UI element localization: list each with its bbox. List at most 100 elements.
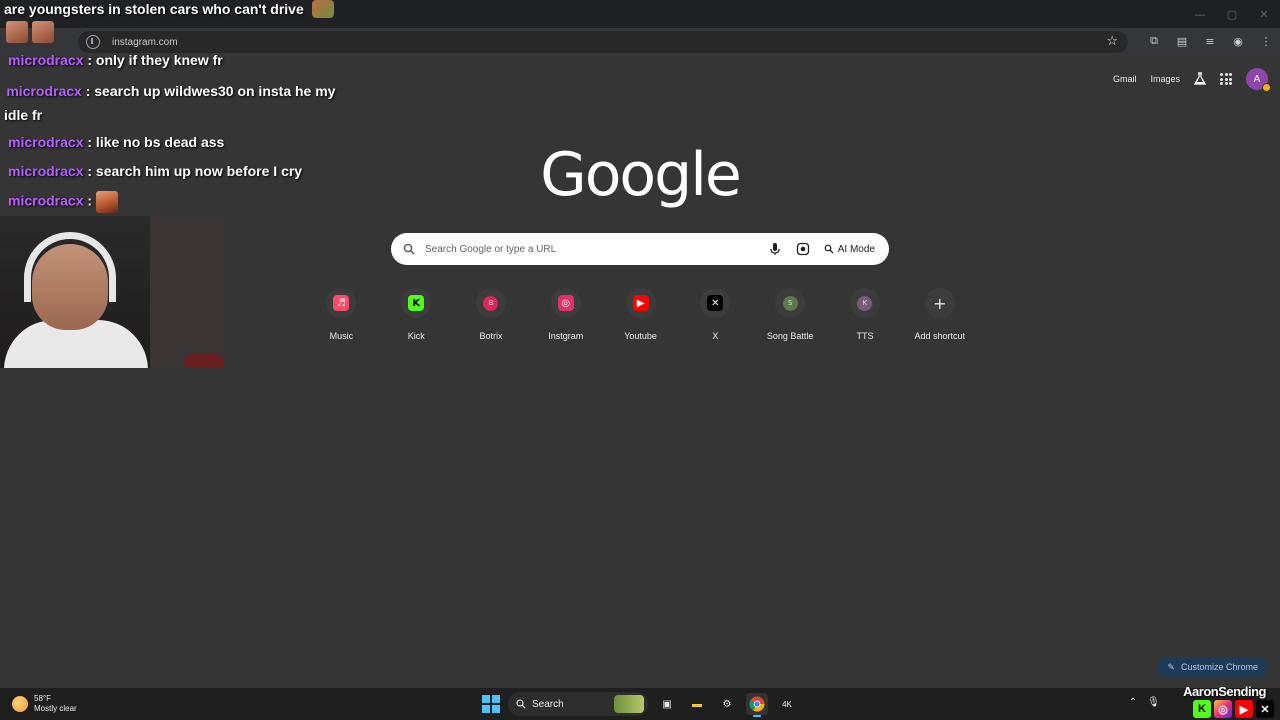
ai-mode-icon [824, 244, 834, 254]
chat-username: microdracx [8, 163, 84, 179]
maximize-button[interactable]: ▢ [1216, 0, 1248, 28]
headphones-icon [24, 232, 116, 302]
minimize-button[interactable]: — [1184, 0, 1216, 28]
shortcut-add-shortcut[interactable]: + Add shortcut [902, 288, 977, 341]
settings-icon[interactable]: ⚙ [716, 693, 738, 715]
instagram-icon: ◎ [557, 295, 574, 311]
weather-temperature: 58°F [34, 694, 51, 703]
media-icon[interactable]: ▤ [1174, 33, 1190, 49]
shortcut-icon-container: ▶ [625, 288, 656, 318]
search-input[interactable]: Search Google or type a URL [425, 244, 768, 255]
menu-icon[interactable]: ⋮ [1258, 33, 1274, 49]
gmail-link[interactable]: Gmail [1113, 74, 1137, 84]
shortcut-tts[interactable]: K TTS [828, 288, 903, 341]
search-box[interactable]: Search Google or type a URL AI Mode [391, 233, 889, 265]
shortcut-icon-container: S [775, 288, 806, 318]
chat-username: microdracx [6, 83, 82, 99]
shortcut-instgram[interactable]: ◎ Instgram [528, 288, 603, 341]
shortcut-botrix[interactable]: B Botrix [454, 288, 529, 341]
weather-condition: Mostly clear [34, 704, 77, 713]
window-controls: — ▢ ✕ [1184, 0, 1280, 28]
microphone-icon[interactable]: 🎙 [1147, 697, 1160, 708]
shortcut-icon-container: ◎ [550, 288, 581, 318]
reading-list-icon[interactable]: ≡ [1202, 33, 1218, 49]
webcam-chair [184, 354, 224, 368]
instagram-icon: ◎ [1214, 700, 1232, 718]
shortcut-kick[interactable]: K Kick [379, 288, 454, 341]
x-icon: ✕ [1256, 700, 1274, 718]
chat-emote-icon [95, 191, 118, 213]
shortcut-icon-container: ♬ [326, 288, 357, 318]
shortcut-music[interactable]: ♬ Music [304, 288, 379, 341]
system-tray: ⌃ 🎙 [1129, 697, 1160, 708]
chat-avatar [6, 21, 28, 43]
shortcut-youtube[interactable]: ▶ Youtube [603, 288, 678, 341]
botrix-icon: B [483, 295, 499, 311]
shortcut-icon-container: B [475, 288, 506, 318]
pencil-icon: ✎ [1167, 661, 1175, 672]
site-info-icon[interactable] [86, 35, 100, 49]
x-icon: ✕ [707, 295, 724, 311]
bookmark-star-icon[interactable]: ☆ [1106, 34, 1118, 49]
shortcut-icon-container: ✕ [700, 288, 731, 318]
shortcut-song-battle[interactable]: S Song Battle [753, 288, 828, 341]
google-apps-icon[interactable] [1220, 73, 1232, 85]
chrome-logo [749, 696, 765, 712]
customize-chrome-button[interactable]: ✎ Customize Chrome [1157, 657, 1268, 677]
weather-widget[interactable]: 58°F Mostly clear [12, 694, 77, 714]
shortcut-label: Music [329, 331, 354, 341]
address-text[interactable]: instagram.com [112, 37, 178, 48]
webcam-feed [0, 216, 226, 368]
chevron-up-icon[interactable]: ⌃ [1129, 697, 1137, 708]
start-button[interactable] [482, 695, 500, 713]
weather-text: 58°F Mostly clear [34, 694, 77, 714]
taskbar-search[interactable]: Search [508, 692, 648, 716]
account-alert-badge [1262, 83, 1271, 92]
shortcut-x[interactable]: ✕ X [678, 288, 753, 341]
chat-text: : like no bs dead ass [87, 134, 225, 150]
kick-icon: K [408, 295, 425, 311]
ai-mode-button[interactable]: AI Mode [824, 244, 875, 255]
shortcut-icon-container: + [924, 288, 955, 318]
music-icon: ♬ [333, 295, 350, 311]
google-lens-icon[interactable] [796, 242, 810, 256]
shortcut-label: Botrix [479, 331, 503, 341]
task-view-icon[interactable]: ▣ [656, 693, 678, 715]
chat-avatar [32, 21, 54, 43]
chat-message: microdracx : only if they knew fr [8, 52, 223, 68]
search-highlight-image [614, 695, 644, 713]
chat-text: : search him up now before I cry [87, 163, 303, 179]
emote-icon [311, 0, 334, 18]
address-bar[interactable]: instagram.com ☆ [78, 31, 1128, 53]
youtube-icon: ▶ [1235, 700, 1253, 718]
chrome-icon[interactable] [746, 693, 768, 717]
chat-message: microdracx : [8, 191, 118, 213]
shortcut-icon-container: K [849, 288, 880, 318]
social-icons: K ◎ ▶ ✕ [1193, 700, 1274, 718]
file-explorer-icon[interactable]: ▬ [686, 693, 708, 715]
shortcut-label: Song Battle [766, 331, 814, 341]
account-avatar[interactable]: A [1246, 68, 1271, 92]
top-links: Gmail Images A [1113, 68, 1271, 92]
close-button[interactable]: ✕ [1248, 0, 1280, 28]
extensions-icon[interactable]: ⧉ [1146, 33, 1162, 49]
profile-icon[interactable]: ◉ [1230, 33, 1246, 49]
chat-text: : only if they knew fr [87, 52, 223, 68]
kick-icon: K [1193, 700, 1211, 718]
youtube-icon: ▶ [632, 295, 649, 311]
chat-avatars [6, 21, 54, 43]
webcam-background [150, 216, 226, 368]
streamer-brand: AaronSending [1183, 684, 1266, 699]
stream-title: are youngsters in stolen cars who can't … [4, 0, 334, 18]
shortcuts-row: ♬ Music K Kick B Botrix ◎ Instgram ▶ Youtube ✕ X S So… [304, 288, 977, 341]
windows-taskbar: 58°F Mostly clear Search ▣ ▬ ⚙ 4K ⌃ 🎙 [0, 688, 1280, 720]
chat-message: microdracx : search up wildwes30 on inst… [4, 79, 356, 127]
images-link[interactable]: Images [1150, 74, 1180, 84]
avatar-letter: A [1253, 73, 1261, 85]
chat-username: microdracx [8, 52, 84, 68]
tts-icon: K [857, 295, 873, 311]
labs-flask-icon[interactable] [1194, 72, 1206, 86]
4k-app-icon[interactable]: 4K [776, 693, 798, 715]
stream-title-text: are youngsters in stolen cars who can't … [4, 1, 304, 17]
voice-search-icon[interactable] [768, 242, 782, 256]
